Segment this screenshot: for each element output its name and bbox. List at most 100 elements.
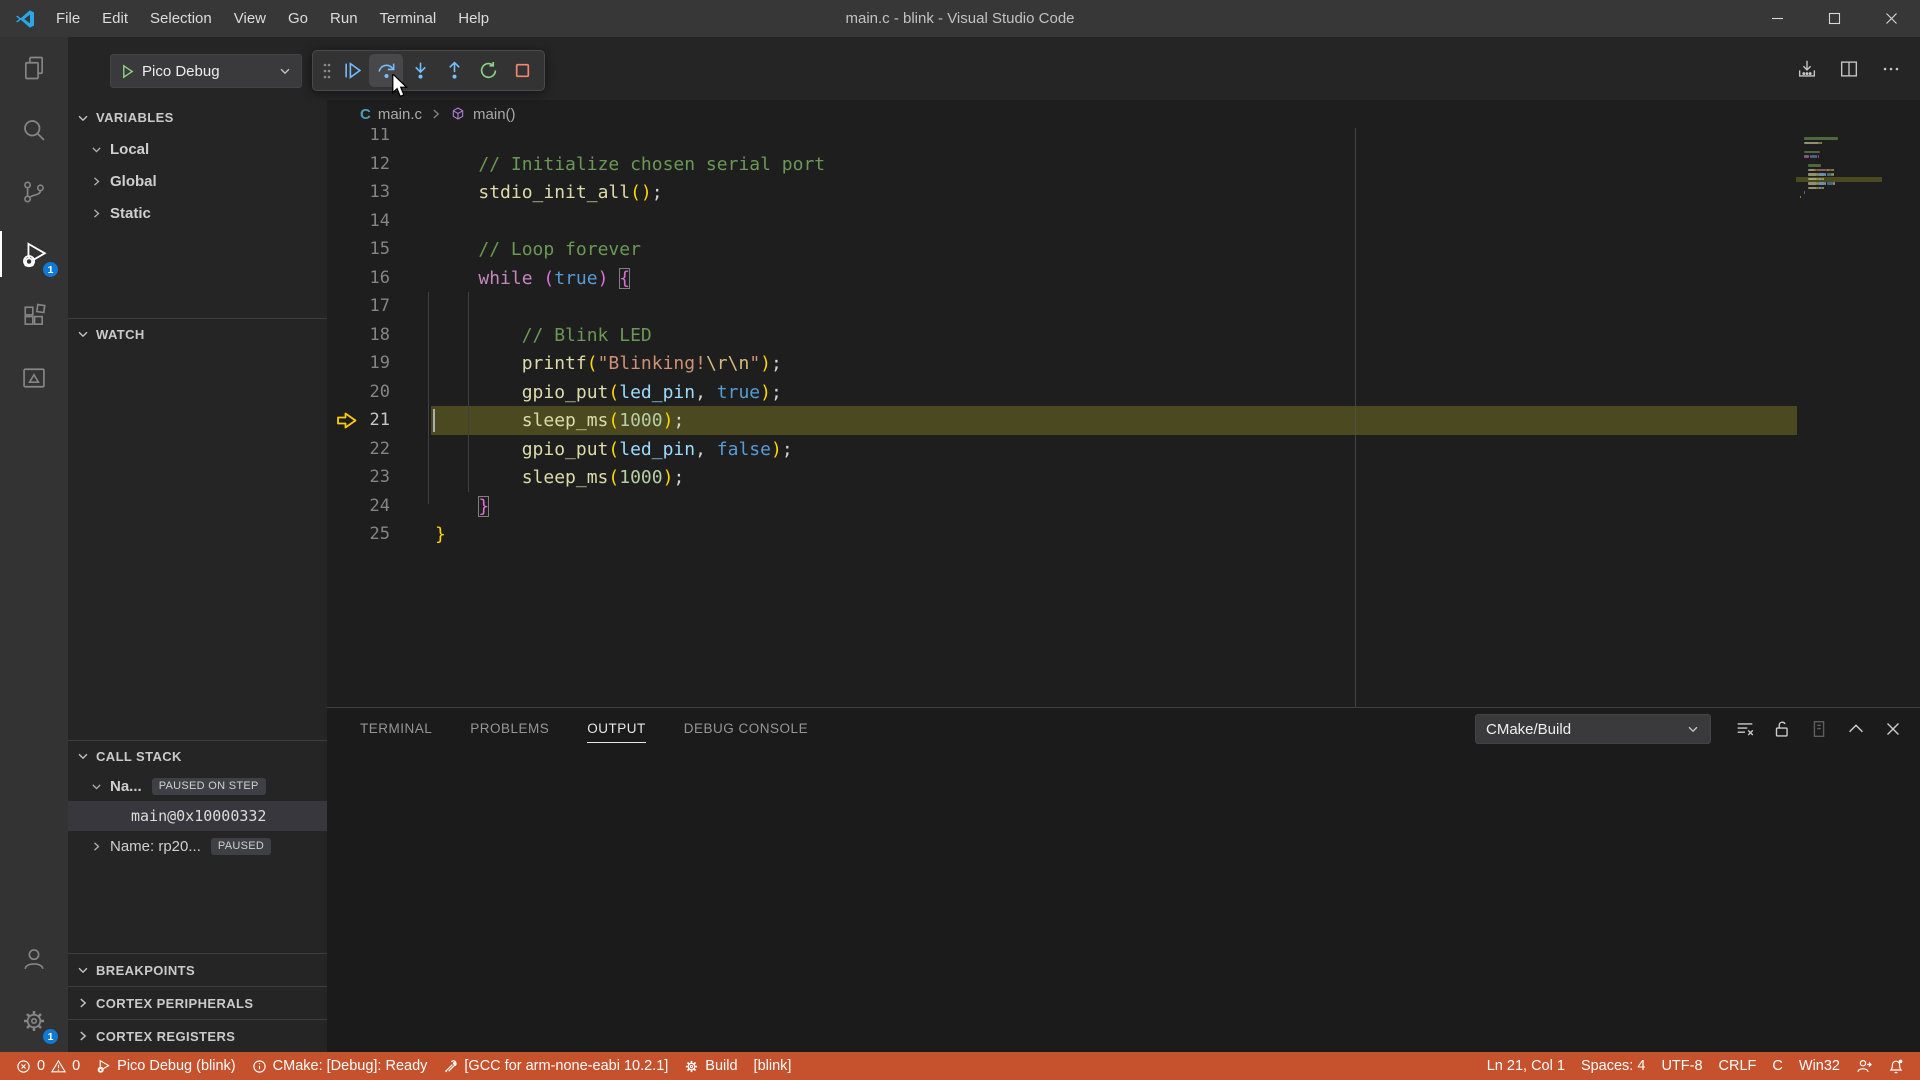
line-number[interactable]: 14 (327, 207, 390, 236)
close-icon[interactable] (1863, 0, 1920, 37)
breadcrumb-symbol[interactable]: main() (473, 106, 516, 123)
line-number[interactable]: 25 (327, 520, 390, 549)
menu-view[interactable]: View (223, 0, 277, 37)
status-platform[interactable]: Win32 (1791, 1052, 1848, 1080)
code-line-23[interactable]: 23 sleep_ms(1000); (327, 463, 1920, 492)
line-number[interactable]: 15 (327, 235, 390, 264)
line-number[interactable]: 19 (327, 349, 390, 378)
status-problems[interactable]: 00 (8, 1052, 88, 1080)
minimap[interactable] (1800, 133, 1878, 200)
scroll-lock-icon[interactable] (1771, 718, 1793, 740)
tab-output[interactable]: OUTPUT (587, 708, 646, 750)
variables-scope-local[interactable]: Local (68, 133, 327, 165)
code-line-24[interactable]: 24 } (327, 492, 1920, 521)
menu-selection[interactable]: Selection (139, 0, 223, 37)
debug-step-over-icon[interactable] (369, 54, 403, 87)
start-debug-icon[interactable] (120, 64, 135, 79)
source-control-icon[interactable] (0, 161, 68, 223)
cortex-registers-header[interactable]: CORTEX REGISTERS (68, 1019, 327, 1052)
debug-continue-icon[interactable] (335, 54, 369, 87)
close-panel-icon[interactable] (1882, 718, 1904, 740)
accounts-icon[interactable] (0, 928, 68, 990)
code-line-25[interactable]: 25} (327, 520, 1920, 549)
watch-header[interactable]: WATCH (68, 318, 327, 349)
settings-gear-icon[interactable]: 1 (0, 990, 68, 1052)
explorer-icon[interactable] (0, 37, 68, 99)
line-number[interactable]: 20 (327, 378, 390, 407)
tab-debug-console[interactable]: DEBUG CONSOLE (684, 708, 808, 750)
code-line-14[interactable]: 14 (327, 207, 1920, 236)
line-number[interactable]: 17 (327, 292, 390, 321)
menu-go[interactable]: Go (277, 0, 319, 37)
menu-run[interactable]: Run (319, 0, 369, 37)
line-number[interactable]: 13 (327, 178, 390, 207)
menu-help[interactable]: Help (447, 0, 500, 37)
search-icon[interactable] (0, 99, 68, 161)
line-number[interactable]: 18 (327, 321, 390, 350)
line-number[interactable]: 11 (327, 128, 390, 150)
clear-output-icon[interactable] (1734, 718, 1756, 740)
line-number[interactable]: 22 (327, 435, 390, 464)
minimize-icon[interactable] (1749, 0, 1806, 37)
status-cmake-kit[interactable]: [GCC for arm-none-eabi 10.2.1] (435, 1052, 676, 1080)
tab-problems[interactable]: PROBLEMS (470, 708, 549, 750)
code-line-21[interactable]: 21 sleep_ms(1000); (327, 406, 1920, 435)
flash-project-icon[interactable] (1796, 58, 1818, 80)
debug-restart-icon[interactable] (471, 54, 505, 87)
code-line-13[interactable]: 13 stdio_init_all(); (327, 178, 1920, 207)
menu-file[interactable]: File (45, 0, 91, 37)
code-line-17[interactable]: 17 (327, 292, 1920, 321)
breadcrumb-file[interactable]: main.c (378, 106, 422, 123)
tab-terminal[interactable]: TERMINAL (360, 708, 432, 750)
open-output-in-editor-icon[interactable] (1808, 718, 1830, 740)
line-number[interactable]: 23 (327, 463, 390, 492)
variables-header[interactable]: VARIABLES (68, 102, 327, 133)
code-line-22[interactable]: 22 gpio_put(led_pin, false); (327, 435, 1920, 464)
menu-terminal[interactable]: Terminal (369, 0, 448, 37)
stack-frame-selected[interactable]: main@0x10000332 (68, 801, 327, 831)
debug-step-into-icon[interactable] (403, 54, 437, 87)
call-stack-thread[interactable]: Name: rp20... PAUSED (68, 831, 327, 861)
variables-scope-static[interactable]: Static (68, 197, 327, 229)
maximize-panel-icon[interactable] (1845, 718, 1867, 740)
status-encoding[interactable]: UTF-8 (1653, 1052, 1710, 1080)
code-line-20[interactable]: 20 gpio_put(led_pin, true); (327, 378, 1920, 407)
code-line-18[interactable]: 18 // Blink LED (327, 321, 1920, 350)
toolbar-drag-handle[interactable] (318, 54, 335, 87)
code-line-16[interactable]: 16 while (true) { (327, 264, 1920, 293)
code-line-11[interactable]: 11 (327, 128, 1920, 150)
call-stack-header[interactable]: CALL STACK (68, 740, 327, 771)
more-actions-icon[interactable] (1880, 58, 1902, 80)
line-number[interactable]: 24 (327, 492, 390, 521)
status-cmake-build[interactable]: Build (676, 1052, 745, 1080)
code-line-19[interactable]: 19 printf("Blinking!\r\n"); (327, 349, 1920, 378)
maximize-icon[interactable] (1806, 0, 1863, 37)
debug-step-out-icon[interactable] (437, 54, 471, 87)
debug-stop-icon[interactable] (505, 54, 539, 87)
status-indentation[interactable]: Spaces: 4 (1573, 1052, 1654, 1080)
status-feedback[interactable] (1848, 1052, 1880, 1080)
call-stack-thread[interactable]: Na... PAUSED ON STEP (68, 771, 327, 801)
output-channel-dropdown[interactable]: CMake/Build (1475, 714, 1711, 744)
code-line-12[interactable]: 12 // Initialize chosen serial port (327, 150, 1920, 179)
status-cmake-status[interactable]: CMake: [Debug]: Ready (244, 1052, 436, 1080)
line-number[interactable]: 16 (327, 264, 390, 293)
breakpoints-header[interactable]: BREAKPOINTS (68, 953, 327, 986)
code-line-15[interactable]: 15 // Loop forever (327, 235, 1920, 264)
line-number[interactable]: 12 (327, 150, 390, 179)
pico-project-icon[interactable] (0, 347, 68, 409)
menu-edit[interactable]: Edit (91, 0, 139, 37)
status-debug-status[interactable]: Pico Debug (blink) (88, 1052, 243, 1080)
split-editor-icon[interactable] (1838, 58, 1860, 80)
cortex-peripherals-header[interactable]: CORTEX PERIPHERALS (68, 986, 327, 1019)
status-eol[interactable]: CRLF (1711, 1052, 1765, 1080)
variables-scope-global[interactable]: Global (68, 165, 327, 197)
status-cursor-position[interactable]: Ln 21, Col 1 (1479, 1052, 1573, 1080)
extensions-icon[interactable] (0, 285, 68, 347)
launch-config-dropdown[interactable]: Pico Debug (110, 54, 302, 88)
run-and-debug-icon[interactable]: 1 (0, 223, 68, 285)
status-cmake-target[interactable]: [blink] (746, 1052, 800, 1080)
status-language-mode[interactable]: C (1764, 1052, 1790, 1080)
status-notifications[interactable] (1880, 1052, 1912, 1080)
code-editor[interactable]: 1112 // Initialize chosen serial port13 … (327, 128, 1920, 707)
